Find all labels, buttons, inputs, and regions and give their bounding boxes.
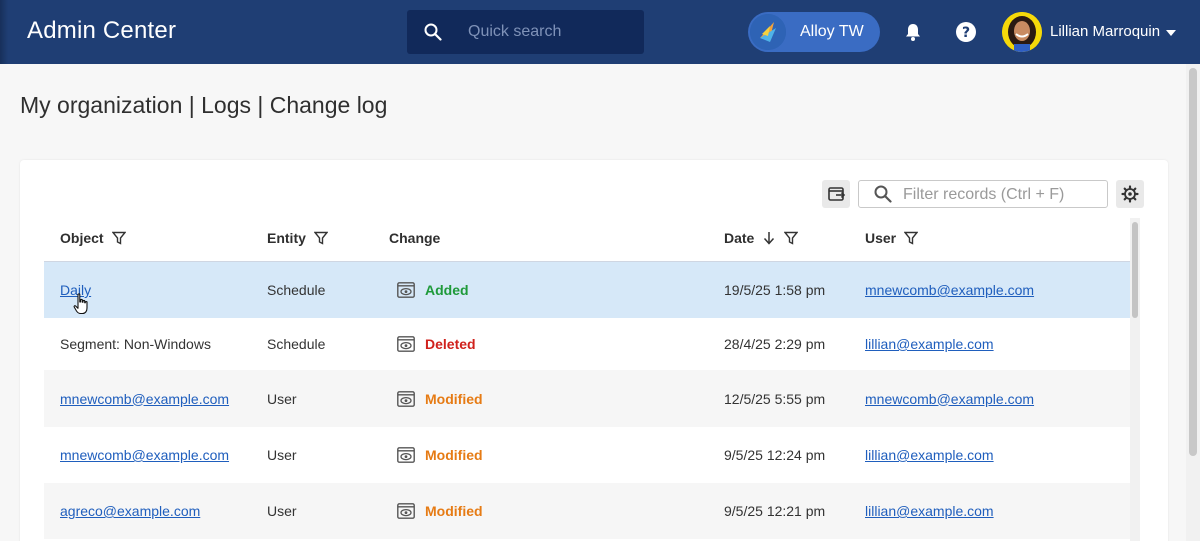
user-link[interactable]: lillian@example.com bbox=[865, 336, 994, 352]
change-cell[interactable]: Modified bbox=[397, 391, 483, 407]
search-icon bbox=[424, 23, 442, 41]
view-details-icon[interactable] bbox=[397, 447, 415, 463]
top-bar: Admin Center Alloy TW ? bbox=[0, 0, 1200, 64]
search-icon bbox=[874, 185, 892, 203]
table-row[interactable]: Daily Schedule Added 19/5/25 1:58 pm mne… bbox=[44, 262, 1130, 318]
change-cell[interactable]: Modified bbox=[397, 447, 483, 463]
change-log-card: Object Entity Change Date User bbox=[20, 160, 1168, 541]
column-header-label: Object bbox=[60, 230, 104, 246]
object-link[interactable]: agreco@example.com bbox=[60, 503, 200, 519]
filter-records-input[interactable] bbox=[903, 186, 1103, 204]
table-row[interactable]: Segment: Non-Windows Schedule Deleted 28… bbox=[44, 318, 1130, 370]
tenant-logo-icon bbox=[750, 14, 786, 50]
chevron-down-icon[interactable] bbox=[1166, 30, 1176, 36]
user-link[interactable]: lillian@example.com bbox=[865, 503, 994, 519]
page-scrollbar-thumb[interactable] bbox=[1189, 68, 1197, 456]
quick-search-input[interactable] bbox=[468, 22, 638, 42]
change-label: Modified bbox=[425, 447, 483, 463]
gear-icon bbox=[1121, 185, 1139, 203]
breadcrumb: My organization | Logs | Change log bbox=[20, 92, 388, 118]
view-details-icon[interactable] bbox=[397, 336, 415, 352]
change-label: Deleted bbox=[425, 336, 476, 352]
change-label: Modified bbox=[425, 390, 483, 407]
column-header-object[interactable]: Object bbox=[60, 228, 126, 248]
change-label: Added bbox=[425, 282, 469, 298]
change-label: Modified bbox=[425, 503, 483, 519]
top-bar-edge bbox=[0, 0, 8, 64]
column-header-date[interactable]: Date bbox=[724, 228, 799, 248]
change-cell[interactable]: Deleted bbox=[397, 336, 476, 352]
view-details-icon[interactable] bbox=[397, 503, 415, 519]
column-header-label: Entity bbox=[267, 230, 306, 246]
entity-cell: User bbox=[267, 390, 297, 407]
app-title[interactable]: Admin Center bbox=[27, 17, 176, 45]
change-log-table: Object Entity Change Date User Daily Sch… bbox=[44, 218, 1130, 541]
help-icon[interactable]: ? bbox=[955, 21, 977, 43]
date-cell: 9/5/25 12:21 pm bbox=[724, 503, 826, 519]
bell-icon[interactable] bbox=[903, 22, 923, 42]
quick-search-box[interactable] bbox=[407, 10, 644, 54]
user-link[interactable]: mnewcomb@example.com bbox=[865, 391, 1034, 407]
view-details-icon[interactable] bbox=[397, 390, 415, 407]
table-scrollbar-thumb[interactable] bbox=[1132, 222, 1138, 318]
svg-text:?: ? bbox=[962, 25, 970, 41]
date-cell: 19/5/25 1:58 pm bbox=[724, 282, 826, 298]
entity-cell: User bbox=[267, 503, 297, 519]
entity-cell: Schedule bbox=[267, 336, 326, 352]
tenant-switcher[interactable]: Alloy TW bbox=[748, 12, 880, 52]
column-header-label: User bbox=[865, 230, 897, 246]
user-link[interactable]: mnewcomb@example.com bbox=[865, 282, 1034, 298]
user-name[interactable]: Lillian Marroquin bbox=[1050, 23, 1160, 40]
table-row[interactable]: agreco@example.com User Modified 9/5/25 … bbox=[44, 483, 1130, 539]
change-cell[interactable]: Added bbox=[397, 282, 469, 298]
object-link[interactable]: mnewcomb@example.com bbox=[60, 447, 229, 463]
date-cell: 28/4/25 2:29 pm bbox=[724, 336, 826, 352]
change-cell[interactable]: Modified bbox=[397, 503, 483, 519]
filter-icon[interactable] bbox=[904, 231, 919, 245]
entity-cell: User bbox=[267, 447, 297, 463]
object-cell: Segment: Non-Windows bbox=[60, 336, 211, 352]
object-link[interactable]: mnewcomb@example.com bbox=[60, 391, 229, 407]
column-header-user[interactable]: User bbox=[865, 228, 919, 248]
column-header-label: Date bbox=[724, 230, 755, 246]
page-content: My organization | Logs | Change log Filt… bbox=[0, 64, 1186, 541]
date-cell: 9/5/25 12:24 pm bbox=[724, 447, 826, 463]
view-details-icon[interactable] bbox=[397, 282, 415, 298]
tenant-name: Alloy TW bbox=[800, 23, 864, 40]
column-header-entity[interactable]: Entity bbox=[267, 228, 328, 248]
filter-records-box[interactable] bbox=[858, 180, 1108, 208]
export-button[interactable] bbox=[822, 180, 850, 208]
table-scrollbar[interactable] bbox=[1130, 218, 1140, 541]
sort-descending-icon[interactable] bbox=[762, 231, 776, 245]
table-row[interactable]: mnewcomb@example.com User Modified 9/5/2… bbox=[44, 427, 1130, 483]
filter-icon[interactable] bbox=[111, 231, 126, 245]
user-link[interactable]: lillian@example.com bbox=[865, 447, 994, 463]
table-settings-button[interactable] bbox=[1116, 180, 1144, 208]
filter-icon[interactable] bbox=[784, 231, 799, 245]
page-scrollbar[interactable] bbox=[1186, 64, 1200, 541]
column-header-label: Change bbox=[389, 230, 441, 246]
date-cell: 12/5/25 5:55 pm bbox=[724, 390, 826, 407]
table-row[interactable]: mnewcomb@example.com User Modified 12/5/… bbox=[44, 370, 1130, 427]
entity-cell: Schedule bbox=[267, 282, 326, 298]
column-header-change[interactable]: Change bbox=[389, 228, 440, 248]
export-icon bbox=[828, 187, 846, 201]
filter-icon[interactable] bbox=[313, 231, 328, 245]
hand-cursor-icon bbox=[73, 293, 88, 315]
user-avatar[interactable] bbox=[1002, 12, 1042, 52]
